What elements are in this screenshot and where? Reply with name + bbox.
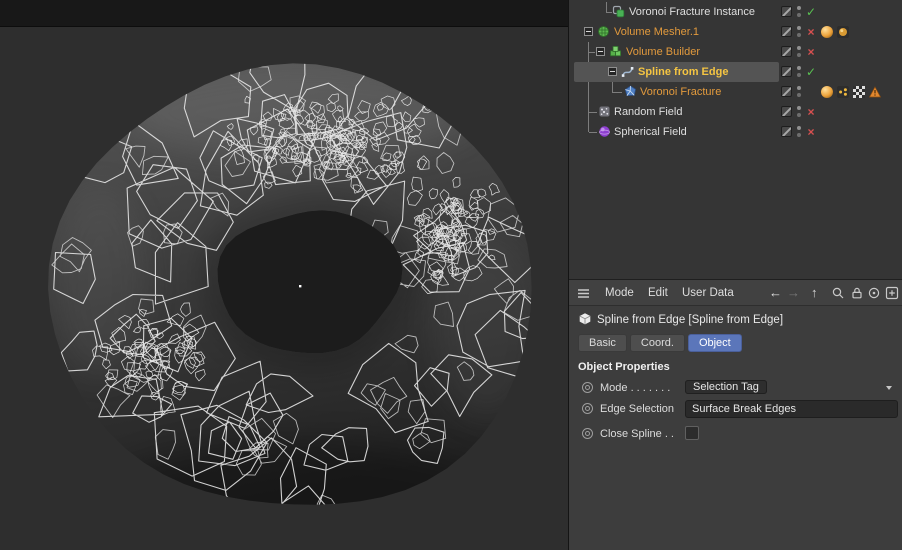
back-arrow-icon[interactable]: ← (769, 285, 782, 300)
volume-mesher-icon (597, 25, 610, 38)
warning-icon (868, 86, 882, 98)
edge-selection-label: Edge Selection (600, 403, 674, 415)
spherical-field-icon (598, 125, 611, 138)
layer-square[interactable] (781, 126, 792, 137)
volume-builder-icon (609, 45, 622, 58)
right-panel: Voronoi Fracture Instance ✓ Volume Meshe… (568, 0, 902, 550)
target-icon[interactable] (867, 286, 881, 300)
edge-selection-input[interactable] (685, 400, 898, 418)
object-label[interactable]: Volume Builder (626, 46, 700, 58)
visibility-dots[interactable] (797, 86, 801, 98)
enable-toggle[interactable]: × (803, 24, 819, 40)
mode-row: Mode . . . . . . . Selection Tag (569, 379, 902, 397)
search-icon[interactable] (831, 286, 845, 300)
add-panel-icon[interactable] (885, 286, 899, 300)
app-window: Voronoi Fracture Instance ✓ Volume Meshe… (0, 0, 902, 550)
collapse-toggle[interactable] (596, 47, 605, 56)
close-spline-row: Close Spline . . (569, 425, 902, 443)
hamburger-icon[interactable] (577, 287, 591, 301)
object-label[interactable]: Spherical Field (614, 126, 687, 138)
object-row-spline-from-edge[interactable]: Spline from Edge ✓ (569, 62, 902, 82)
chevron-down-icon (886, 386, 892, 390)
spline-from-edge-icon (621, 65, 634, 78)
object-label[interactable]: Voronoi Fracture Instance (629, 6, 755, 18)
enable-toggle[interactable]: ✓ (803, 4, 819, 20)
attribute-tabs: Basic Coord. Object (578, 334, 742, 352)
visibility-dots[interactable] (797, 66, 801, 78)
keyframe-dot[interactable] (582, 428, 593, 439)
material-tag[interactable] (821, 26, 833, 38)
visibility-dots[interactable] (797, 26, 801, 38)
object-manager: Voronoi Fracture Instance ✓ Volume Meshe… (569, 0, 902, 279)
selection-tag[interactable] (837, 86, 849, 98)
object-row-volume-builder[interactable]: Volume Builder × (569, 42, 902, 62)
collapse-toggle[interactable] (584, 27, 593, 36)
menu-mode[interactable]: Mode (605, 287, 634, 299)
layer-square[interactable] (781, 106, 792, 117)
object-label[interactable]: Random Field (614, 106, 682, 118)
object-cube-icon (578, 312, 592, 326)
layer-square[interactable] (781, 86, 792, 97)
menu-edit[interactable]: Edit (648, 287, 668, 299)
object-row-volume-mesher[interactable]: Volume Mesher.1 × (569, 22, 902, 42)
enable-toggle[interactable]: × (803, 104, 819, 120)
enable-toggle[interactable]: ✓ (803, 64, 819, 80)
menu-user-data[interactable]: User Data (682, 287, 734, 299)
attribute-title: Spline from Edge [Spline from Edge] (597, 314, 784, 326)
viewport-toolbar (0, 0, 568, 27)
viewport-canvas (0, 27, 568, 550)
tab-coord[interactable]: Coord. (629, 334, 685, 352)
up-arrow-icon[interactable]: ↑ (811, 285, 818, 300)
visibility-dots[interactable] (797, 6, 801, 18)
instance-icon (612, 5, 625, 18)
close-spline-checkbox[interactable] (685, 426, 699, 440)
random-field-icon (598, 105, 611, 118)
attribute-manager: Mode Edit User Data ← → ↑ Spline from Ed… (569, 279, 902, 550)
visibility-dots[interactable] (797, 126, 801, 138)
object-row-random-field[interactable]: Random Field × (569, 102, 902, 122)
3d-viewport[interactable] (0, 27, 568, 550)
object-label[interactable]: Volume Mesher.1 (614, 26, 699, 38)
collapse-toggle[interactable] (608, 67, 617, 76)
lock-icon[interactable] (850, 286, 864, 300)
object-label[interactable]: Voronoi Fracture (640, 86, 721, 98)
visibility-dots[interactable] (797, 106, 801, 118)
object-row-spherical-field[interactable]: Spherical Field × (569, 122, 902, 142)
mode-label: Mode . . . . . . . (600, 382, 671, 394)
object-row-voronoi-fracture[interactable]: Voronoi Fracture (569, 82, 902, 102)
texture-tag[interactable] (837, 26, 849, 38)
checkerboard-tag[interactable] (853, 86, 865, 98)
tab-object[interactable]: Object (687, 334, 742, 352)
material-tag[interactable] (821, 86, 833, 98)
enable-toggle[interactable]: × (803, 124, 819, 140)
section-title: Object Properties (578, 361, 670, 373)
forward-arrow-icon[interactable]: → (787, 285, 800, 300)
object-label[interactable]: Spline from Edge (638, 66, 728, 78)
enable-toggle[interactable]: × (803, 44, 819, 60)
tree-line (613, 92, 622, 93)
voronoi-fracture-icon (624, 85, 637, 98)
visibility-dots[interactable] (797, 46, 801, 58)
close-spline-label: Close Spline . . (600, 428, 674, 440)
attribute-manager-menubar: Mode Edit User Data ← → ↑ (569, 280, 902, 306)
keyframe-dot[interactable] (582, 403, 593, 414)
mode-dropdown[interactable]: Selection Tag (685, 380, 767, 394)
layer-square[interactable] (781, 6, 792, 17)
layer-square[interactable] (781, 26, 792, 37)
layer-square[interactable] (781, 46, 792, 57)
edge-selection-row: Edge Selection (569, 400, 902, 418)
object-row-voronoi-fracture-instance[interactable]: Voronoi Fracture Instance ✓ (569, 2, 902, 22)
tab-basic[interactable]: Basic (578, 334, 627, 352)
keyframe-dot[interactable] (582, 382, 593, 393)
layer-square[interactable] (781, 66, 792, 77)
